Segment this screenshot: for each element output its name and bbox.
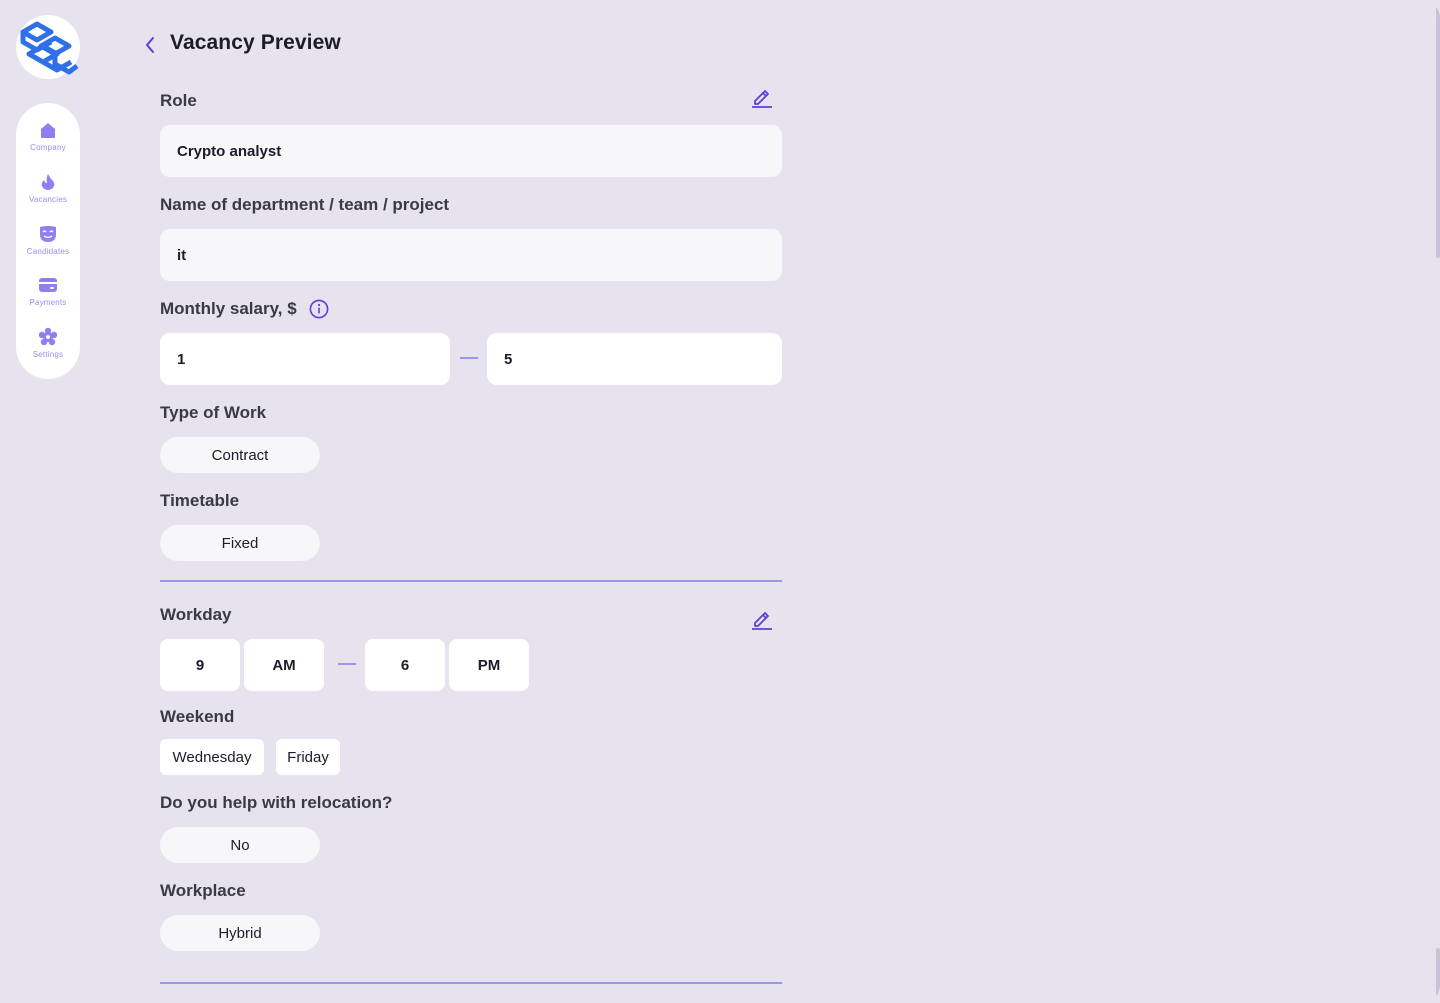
role-field[interactable]: Crypto analyst xyxy=(160,125,782,177)
workday-label: Workday xyxy=(160,605,232,624)
relocation-label: Do you help with relocation? xyxy=(160,793,393,812)
work-type-pill[interactable]: Contract xyxy=(160,437,320,473)
end-hour-field[interactable]: 6 xyxy=(365,639,445,691)
workplace-label: Workplace xyxy=(160,881,246,900)
sidebar-item-label: Settings xyxy=(32,350,64,360)
section-divider xyxy=(160,982,782,984)
scrollbar-thumb[interactable] xyxy=(1436,948,1440,1003)
end-period-field[interactable]: PM xyxy=(449,639,529,691)
sidebar-item-label: Company xyxy=(30,143,66,152)
department-field[interactable]: it xyxy=(160,229,782,281)
range-dash xyxy=(460,357,478,359)
gear-icon xyxy=(38,327,58,346)
sidebar-item-company[interactable]: Company xyxy=(16,120,80,172)
app-window: Company Vacancies Candidates Payments Se… xyxy=(0,0,1440,1003)
sidebar-item-candidates[interactable]: Candidates xyxy=(16,224,80,276)
sidebar: Company Vacancies Candidates Payments Se… xyxy=(16,103,80,379)
info-icon[interactable] xyxy=(309,299,329,319)
weekend-day-chip[interactable]: Wednesday xyxy=(160,739,264,775)
start-hour-field[interactable]: 9 xyxy=(160,639,240,691)
pencil-icon xyxy=(752,612,772,630)
logo-icon xyxy=(20,21,79,75)
sidebar-item-payments[interactable]: Payments xyxy=(16,275,80,327)
flame-icon xyxy=(41,173,55,190)
department-label: Name of department / team / project xyxy=(160,195,450,214)
sidebar-item-vacancies[interactable]: Vacancies xyxy=(16,172,80,224)
chevron-left-icon xyxy=(146,37,154,53)
sidebar-item-label: Payments xyxy=(29,298,67,308)
salary-label: Monthly salary, $ xyxy=(160,299,297,318)
range-dash xyxy=(338,663,356,665)
role-label: Role xyxy=(160,91,197,110)
mask-icon xyxy=(40,225,56,242)
page-title: Vacancy Preview xyxy=(170,31,341,54)
salary-min-field[interactable]: 1 xyxy=(160,333,450,385)
salary-max-field[interactable]: 5 xyxy=(487,333,782,385)
logo[interactable] xyxy=(16,15,80,79)
card-icon xyxy=(39,278,57,293)
relocation-pill[interactable]: No xyxy=(160,827,320,863)
section-divider xyxy=(160,580,782,582)
home-icon xyxy=(41,123,55,138)
timetable-pill[interactable]: Fixed xyxy=(160,525,320,561)
workplace-pill[interactable]: Hybrid xyxy=(160,915,320,951)
edit-schedule-button[interactable] xyxy=(751,608,773,630)
back-button[interactable] xyxy=(140,33,160,57)
sidebar-item-label: Vacancies xyxy=(28,194,68,204)
start-period-field[interactable]: AM xyxy=(244,639,324,691)
scrollbar-thumb[interactable] xyxy=(1436,0,1440,258)
weekend-day-chip[interactable]: Friday xyxy=(276,739,340,775)
edit-main-button[interactable] xyxy=(751,86,773,108)
sidebar-item-label: Candidates xyxy=(26,246,70,256)
sidebar-item-settings[interactable]: Settings xyxy=(16,327,80,379)
work-type-label: Type of Work xyxy=(160,403,267,422)
timetable-label: Timetable xyxy=(160,491,240,510)
pencil-icon xyxy=(752,90,772,108)
weekend-label: Weekend xyxy=(160,707,235,726)
